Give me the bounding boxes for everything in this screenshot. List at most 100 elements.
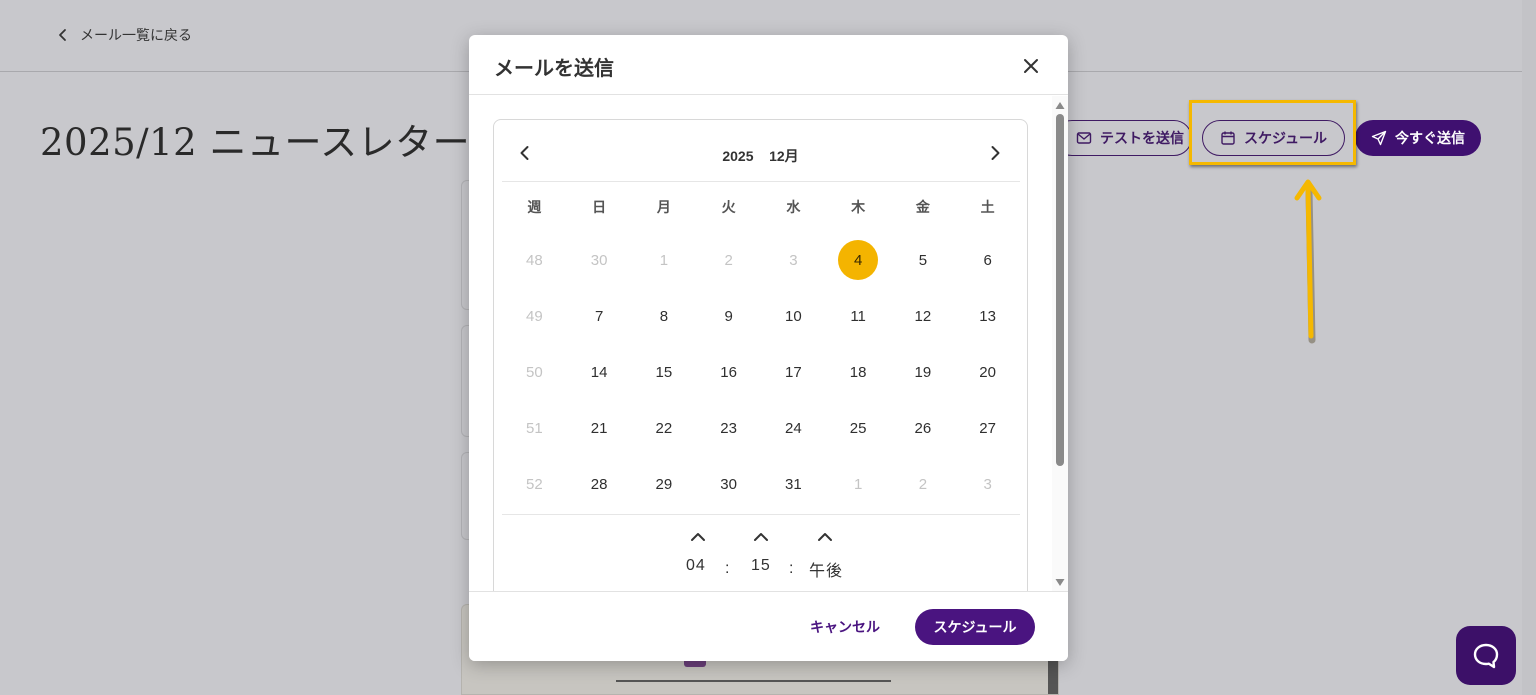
annotation-highlight-box bbox=[1189, 100, 1356, 165]
preview-divider bbox=[616, 680, 891, 682]
calendar-day-label: 30 bbox=[590, 251, 608, 269]
week-number: 51 bbox=[526, 419, 543, 437]
calendar-day-label: 2 bbox=[918, 475, 928, 493]
calendar-day[interactable]: 9 bbox=[696, 296, 761, 336]
calendar-day[interactable]: 29 bbox=[632, 464, 697, 504]
time-picker: 04 : 15 : 午後 bbox=[494, 524, 1027, 591]
modal-header: メールを送信 bbox=[469, 35, 1068, 95]
page-title: 2025/12 ニュースレター bbox=[40, 121, 471, 164]
time-separator: : bbox=[789, 560, 794, 577]
weekday-header: 日 bbox=[592, 199, 607, 215]
send-now-label: 今すぐ送信 bbox=[1395, 130, 1465, 146]
date-picker: 2025 12月 週日月火水木金土 48 30 1 2 3 4 5 6 49 7 8 9 10 11 12 1… bbox=[493, 119, 1028, 591]
ampm-up-chevron-icon[interactable] bbox=[816, 530, 834, 542]
calendar-week-row: 50 14 15 16 17 18 19 20 bbox=[502, 344, 1020, 400]
calendar-day[interactable]: 31 bbox=[761, 464, 826, 504]
calendar-day[interactable]: 24 bbox=[761, 408, 826, 448]
week-number-header: 週 bbox=[527, 199, 542, 215]
weekday-header-row: 週日月火水木金土 bbox=[502, 182, 1020, 232]
week-number: 48 bbox=[526, 251, 543, 269]
calendar-day[interactable]: 8 bbox=[632, 296, 697, 336]
next-month-icon[interactable] bbox=[986, 144, 1004, 162]
calendar-day: 2 bbox=[696, 240, 761, 280]
calendar-day-label: 5 bbox=[918, 251, 928, 269]
scroll-up-arrow-icon[interactable] bbox=[1054, 100, 1066, 110]
modal-footer: キャンセル スケジュール bbox=[469, 591, 1068, 661]
calendar-day[interactable]: 28 bbox=[567, 464, 632, 504]
modal-scrollbar-thumb[interactable] bbox=[1056, 114, 1064, 466]
calendar-day[interactable]: 17 bbox=[761, 352, 826, 392]
calendar-day-label: 11 bbox=[850, 307, 866, 325]
calendar-day[interactable]: 13 bbox=[955, 296, 1020, 336]
calendar-day-label: 12 bbox=[914, 307, 932, 325]
calendar-day-label: 3 bbox=[983, 475, 992, 493]
calendar-day-label: 9 bbox=[724, 307, 733, 325]
calendar-day[interactable]: 15 bbox=[632, 352, 697, 392]
calendar-day[interactable]: 22 bbox=[632, 408, 697, 448]
calendar-day[interactable]: 21 bbox=[567, 408, 632, 448]
calendar-day: 3 bbox=[955, 464, 1020, 504]
calendar-day-label: 29 bbox=[655, 475, 673, 493]
calendar-day-label: 8 bbox=[659, 307, 669, 325]
minute-up-chevron-icon[interactable] bbox=[752, 530, 770, 542]
weekday-header: 木 bbox=[851, 199, 866, 215]
calendar-grid: 週日月火水木金土 48 30 1 2 3 4 5 6 49 7 8 9 10 11 12 13 50 14 15 16… bbox=[502, 182, 1020, 512]
calendar-day[interactable]: 12 bbox=[891, 296, 956, 336]
calendar-day-label: 22 bbox=[655, 419, 673, 437]
page-scrollbar[interactable] bbox=[1522, 0, 1536, 695]
calendar-day[interactable]: 30 bbox=[696, 464, 761, 504]
calendar-day[interactable]: 23 bbox=[696, 408, 761, 448]
send-email-modal: メールを送信 2025 12月 週日月火水木金土 48 30 1 2 3 4 5 6 49 7 8 9… bbox=[469, 35, 1068, 661]
hour-value[interactable]: 04 bbox=[686, 557, 706, 575]
weekday-header: 水 bbox=[786, 199, 801, 215]
calendar-day[interactable]: 6 bbox=[955, 240, 1020, 280]
calendar-day[interactable]: 7 bbox=[567, 296, 632, 336]
calendar-week-row: 51 21 22 23 24 25 26 27 bbox=[502, 400, 1020, 456]
close-icon[interactable] bbox=[1020, 55, 1042, 77]
calendar-day-label: 15 bbox=[655, 363, 673, 381]
calendar-day[interactable]: 10 bbox=[761, 296, 826, 336]
minute-value[interactable]: 15 bbox=[751, 557, 771, 575]
help-chat-button[interactable] bbox=[1456, 626, 1516, 685]
schedule-confirm-button[interactable]: スケジュール bbox=[915, 609, 1035, 645]
calendar-day-label: 13 bbox=[979, 307, 996, 325]
calendar-day-label: 26 bbox=[914, 419, 932, 437]
ampm-value[interactable]: 午後 bbox=[809, 557, 843, 581]
calendar-day: 30 bbox=[567, 240, 632, 280]
calendar-day[interactable]: 20 bbox=[955, 352, 1020, 392]
calendar-day[interactable]: 19 bbox=[891, 352, 956, 392]
calendar-day-label: 4 bbox=[838, 240, 879, 280]
back-to-mail-list-link[interactable]: メール一覧に戻る bbox=[56, 24, 192, 46]
annotation-arrow-icon bbox=[1294, 179, 1322, 344]
send-test-button[interactable]: テストを送信 bbox=[1054, 120, 1192, 156]
weekday-header: 火 bbox=[721, 199, 736, 215]
calendar-day: 2 bbox=[891, 464, 956, 504]
calendar-day[interactable]: 26 bbox=[891, 408, 956, 448]
calendar-day-label: 20 bbox=[979, 363, 996, 381]
calendar-day-label: 2 bbox=[724, 251, 733, 269]
calendar-day-label: 7 bbox=[594, 307, 604, 325]
send-icon bbox=[1371, 130, 1387, 146]
calendar-month-title: 2025 12月 bbox=[722, 148, 799, 164]
calendar-day[interactable]: 11 bbox=[826, 296, 891, 336]
calendar-day-label: 10 bbox=[785, 307, 802, 325]
calendar-day: 3 bbox=[761, 240, 826, 280]
cancel-button[interactable]: キャンセル bbox=[800, 609, 890, 645]
calendar-day[interactable]: 14 bbox=[567, 352, 632, 392]
calendar-day[interactable]: 25 bbox=[826, 408, 891, 448]
calendar-nav: 2025 12月 bbox=[494, 120, 1027, 182]
scroll-down-arrow-icon[interactable] bbox=[1054, 578, 1066, 588]
calendar-day[interactable]: 18 bbox=[826, 352, 891, 392]
calendar-day[interactable]: 5 bbox=[891, 240, 956, 280]
calendar-day-selected[interactable]: 4 bbox=[826, 240, 891, 280]
send-test-label: テストを送信 bbox=[1100, 130, 1184, 146]
calendar-day[interactable]: 27 bbox=[955, 408, 1020, 448]
calendar-day[interactable]: 16 bbox=[696, 352, 761, 392]
send-now-button[interactable]: 今すぐ送信 bbox=[1355, 120, 1481, 156]
modal-body: 2025 12月 週日月火水木金土 48 30 1 2 3 4 5 6 49 7 8 9 10 11 12 1… bbox=[469, 96, 1068, 591]
calendar-divider bbox=[502, 514, 1020, 515]
weekday-header: 金 bbox=[915, 199, 930, 215]
hour-up-chevron-icon[interactable] bbox=[689, 530, 707, 542]
calendar-day-label: 19 bbox=[914, 363, 932, 381]
calendar-day-label: 27 bbox=[979, 419, 996, 437]
